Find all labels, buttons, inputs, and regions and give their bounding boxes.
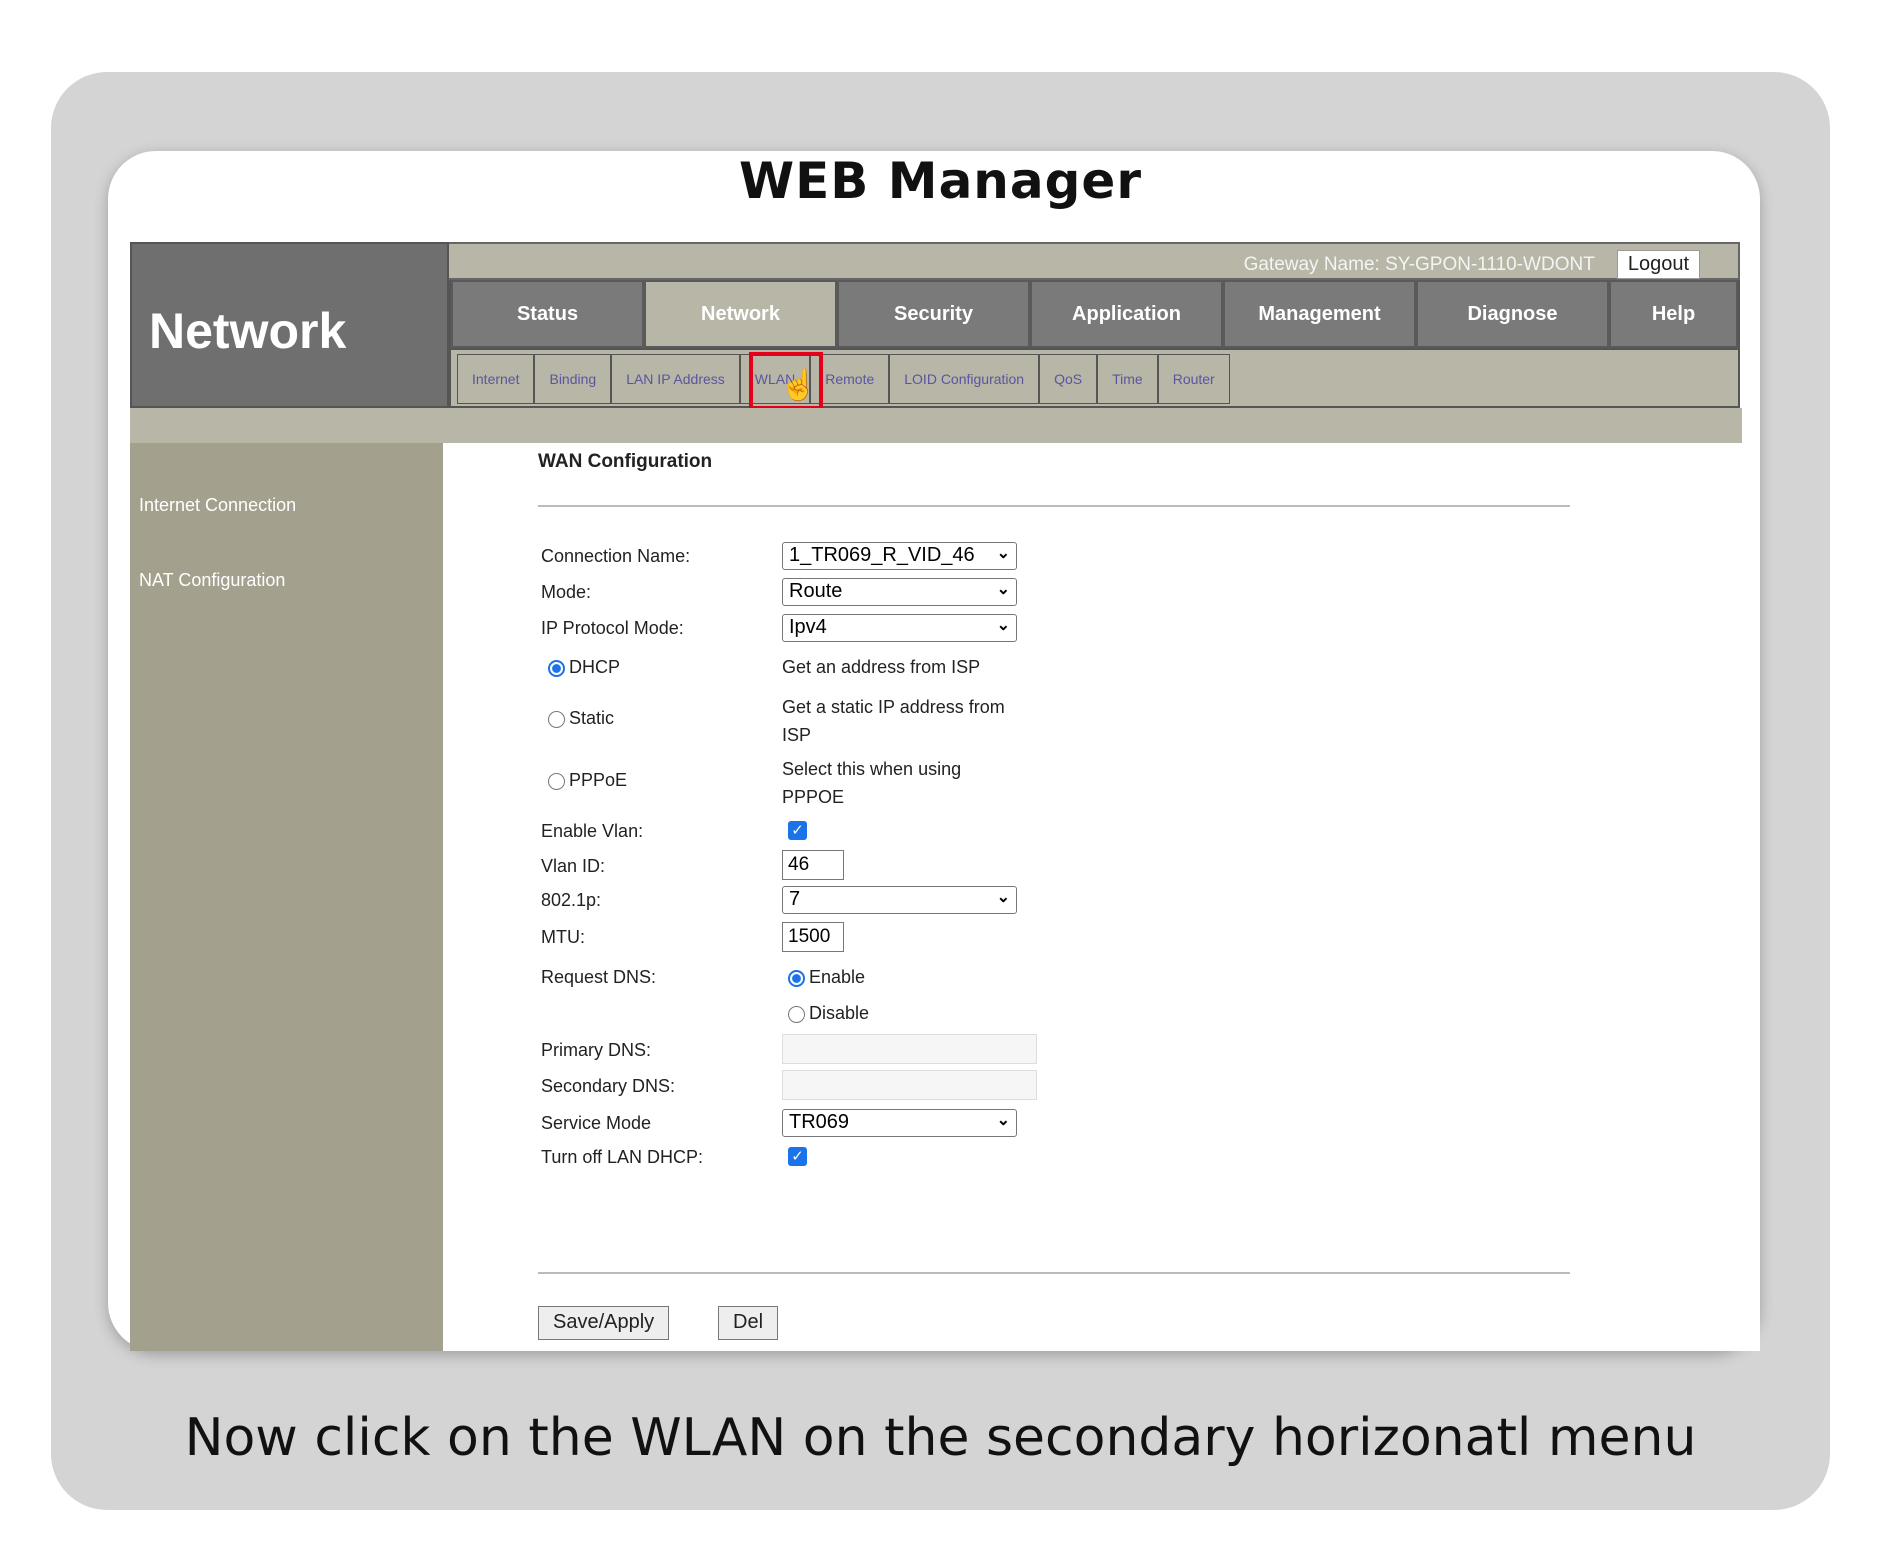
pppoe-option[interactable]: PPPoE (548, 770, 627, 791)
divider (538, 1272, 1570, 1274)
hand-cursor-icon: ☝ (780, 369, 818, 402)
sidebar-item-internet-connection[interactable]: Internet Connection (139, 495, 296, 516)
chevron-down-icon: ⌄ (996, 581, 1010, 598)
dhcp-label: DHCP (569, 657, 621, 677)
tab-status[interactable]: Status (451, 280, 644, 348)
mode-label: Mode: (541, 582, 592, 602)
delete-button[interactable]: Del (718, 1306, 779, 1340)
sidebar: Internet Connection NAT Configuration (130, 443, 443, 1351)
save-apply-button[interactable]: Save/Apply (538, 1306, 670, 1340)
static-description: Get a static IP address from ISP (782, 697, 1005, 745)
request-dns-label: Request DNS: (541, 967, 657, 987)
static-label: Static (569, 708, 615, 728)
8021p-label: 802.1p: (541, 890, 602, 910)
gateway-name: Gateway Name: SY-GPON-1110-WDONT (1243, 253, 1595, 275)
select-value: Ipv4 (789, 616, 827, 638)
service-mode-label: Service Mode (541, 1113, 652, 1133)
chevron-down-icon: ⌄ (996, 1112, 1010, 1129)
sidebar-item-nat-configuration[interactable]: NAT Configuration (139, 570, 285, 591)
ip-protocol-select[interactable]: Ipv4 ⌄ (782, 614, 1017, 642)
dhcp-radio[interactable] (548, 659, 565, 677)
page-title: WEB Manager (738, 152, 1143, 210)
subtab-lan-ip-address[interactable]: LAN IP Address (611, 354, 740, 404)
tab-management[interactable]: Management (1223, 280, 1416, 348)
subtab-qos[interactable]: QoS (1039, 354, 1098, 404)
dhcp-description: Get an address from ISP (782, 657, 981, 677)
mtu-label: MTU: (541, 927, 585, 947)
primary-dns-label: Primary DNS: (541, 1040, 652, 1060)
dhcp-option[interactable]: DHCP (548, 657, 620, 678)
tab-security[interactable]: Security (837, 280, 1030, 348)
subtab-loid-configuration[interactable]: LOID Configuration (889, 354, 1040, 404)
chevron-down-icon: ⌄ (996, 545, 1010, 562)
secondary-dns-input[interactable] (782, 1070, 1037, 1100)
select-value: Route (789, 580, 843, 602)
subtab-router[interactable]: Router (1157, 354, 1230, 404)
select-value: 1_TR069_R_VID_46 (789, 544, 975, 566)
select-value: 7 (789, 888, 801, 910)
connection-name-label: Connection Name: (541, 546, 691, 566)
enable-vlan-checkbox[interactable]: ✓ (788, 821, 807, 840)
connection-name-select[interactable]: 1_TR069_R_VID_46 ⌄ (782, 542, 1017, 570)
content-area (443, 443, 1760, 1351)
vlan-id-input[interactable]: 46 (782, 850, 844, 880)
pppoe-radio[interactable] (548, 772, 565, 790)
pppoe-description: Select this when using PPPOE (782, 759, 962, 807)
pppoe-label: PPPoE (569, 770, 628, 790)
tab-application[interactable]: Application (1030, 280, 1223, 348)
ip-protocol-label: IP Protocol Mode: (541, 618, 684, 638)
brand-title: Network (130, 242, 449, 408)
subtab-time[interactable]: Time (1097, 354, 1158, 404)
vlan-id-label: Vlan ID: (541, 856, 606, 876)
select-value: TR069 (789, 1111, 850, 1133)
tab-network[interactable]: Network (644, 280, 837, 348)
mtu-input[interactable]: 1500 (782, 922, 844, 952)
enable-vlan-label: Enable Vlan: (541, 821, 644, 841)
service-mode-select[interactable]: TR069 ⌄ (782, 1109, 1017, 1137)
header-band (130, 408, 1742, 443)
section-heading: WAN Configuration (538, 451, 713, 472)
dns-disable-radio[interactable] (788, 1005, 805, 1023)
primary-dns-input[interactable] (782, 1034, 1037, 1064)
static-radio[interactable] (548, 710, 565, 728)
secondary-dns-label: Secondary DNS: (541, 1076, 676, 1096)
subtab-internet[interactable]: Internet (457, 354, 535, 404)
turn-off-dhcp-checkbox[interactable]: ✓ (788, 1147, 807, 1166)
logout-button[interactable]: Logout (1616, 250, 1700, 279)
dns-enable-radio[interactable] (788, 969, 805, 987)
dns-enable-label: Enable (809, 967, 866, 987)
main-nav: Status Network Security Application Mana… (449, 280, 1740, 350)
8021p-select[interactable]: 7 ⌄ (782, 886, 1017, 914)
mode-select[interactable]: Route ⌄ (782, 578, 1017, 606)
subtab-binding[interactable]: Binding (534, 354, 612, 404)
chevron-down-icon: ⌄ (996, 889, 1010, 906)
tab-diagnose[interactable]: Diagnose (1416, 280, 1609, 348)
gateway-bar: Gateway Name: SY-GPON-1110-WDONT Logout (449, 242, 1740, 280)
chevron-down-icon: ⌄ (996, 617, 1010, 634)
dns-disable-option[interactable]: Disable (788, 1003, 869, 1024)
divider (538, 505, 1570, 507)
turn-off-dhcp-label: Turn off LAN DHCP: (541, 1147, 704, 1167)
tab-help[interactable]: Help (1609, 280, 1738, 348)
sub-nav: Internet Binding LAN IP Address WLAN Rem… (449, 350, 1740, 408)
dns-enable-option[interactable]: Enable (788, 967, 865, 988)
dns-disable-label: Disable (809, 1003, 870, 1023)
instruction-caption: Now click on the WLAN on the secondary h… (184, 1408, 1697, 1468)
static-option[interactable]: Static (548, 708, 614, 729)
